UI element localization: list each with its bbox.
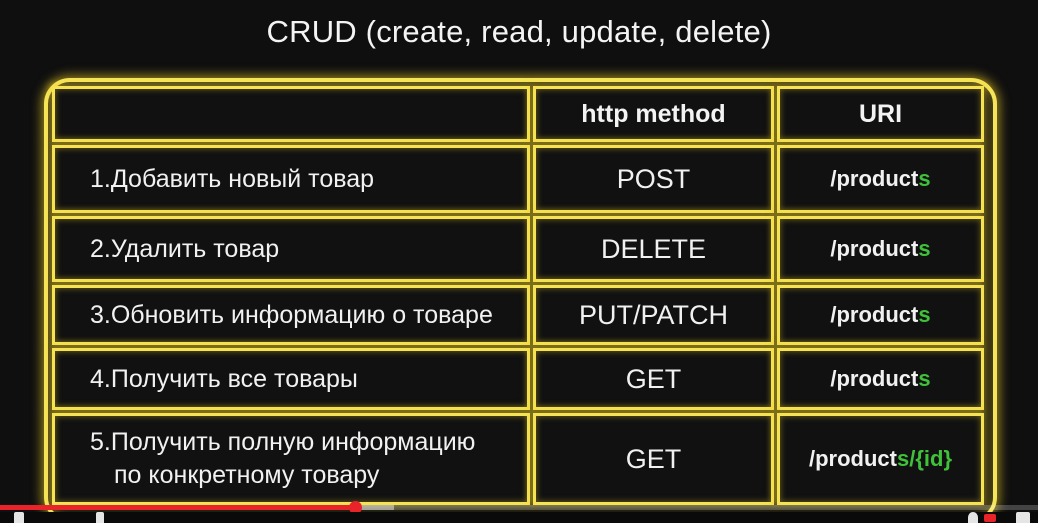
slide-title: CRUD (create, read, update, delete) bbox=[266, 14, 772, 49]
uri-base: /product bbox=[830, 302, 919, 327]
uri-label: /products/{id} bbox=[809, 446, 952, 472]
settings-gear-icon[interactable] bbox=[968, 512, 978, 523]
hd-badge-icon bbox=[984, 514, 996, 522]
uri-base: /product bbox=[830, 236, 919, 261]
video-progress-bar[interactable] bbox=[0, 501, 1038, 514]
method-label: GET bbox=[625, 443, 682, 474]
method-label: DELETE bbox=[600, 233, 707, 264]
uri-base: /product bbox=[830, 166, 919, 191]
header-task-cell bbox=[52, 86, 530, 142]
uri-accent: s bbox=[918, 166, 931, 191]
task-line-1: 5.Получить полную информацию bbox=[90, 428, 476, 456]
header-uri-cell: URI bbox=[777, 86, 984, 142]
table-row-1-method: POST bbox=[533, 145, 774, 213]
header-method-label: http method bbox=[581, 99, 726, 128]
table-row-3-method: PUT/PATCH bbox=[533, 285, 774, 345]
table-row-4-task: 4.Получить все товары bbox=[52, 348, 530, 410]
uri-accent: s bbox=[918, 366, 931, 391]
method-label: POST bbox=[616, 163, 691, 194]
uri-accent: s/{id} bbox=[896, 446, 953, 471]
uri-base: /product bbox=[808, 446, 897, 471]
table-row-2-task: 2.Удалить товар bbox=[52, 216, 530, 282]
table-row-5-task: 5.Получить полную информацию по конкретн… bbox=[52, 413, 530, 505]
uri-label: /products bbox=[830, 236, 930, 262]
header-uri-label: URI bbox=[858, 99, 903, 128]
task-label-multiline: 5.Получить полную информацию по конкретн… bbox=[90, 426, 475, 492]
player-controls-bar bbox=[0, 512, 1038, 523]
uri-base: /product bbox=[830, 366, 919, 391]
fullscreen-icon[interactable] bbox=[1016, 512, 1030, 523]
table-row-5-method: GET bbox=[533, 413, 774, 505]
task-label: 4.Получить все товары bbox=[90, 364, 358, 393]
progress-played bbox=[0, 505, 355, 510]
video-slide: CRUD (create, read, update, delete) http… bbox=[0, 0, 1038, 523]
task-line-2: по конкретному товару bbox=[114, 461, 380, 489]
table-row-1-task: 1.Добавить новый товар bbox=[52, 145, 530, 213]
uri-accent: s bbox=[918, 236, 931, 261]
table-row-3-task: 3.Обновить информацию о товаре bbox=[52, 285, 530, 345]
task-label: 3.Обновить информацию о товаре bbox=[90, 300, 493, 329]
task-label: 2.Удалить товар bbox=[90, 234, 280, 263]
table-row-1-uri: /products bbox=[777, 145, 984, 213]
next-icon[interactable] bbox=[96, 512, 104, 523]
table-row-5-uri: /products/{id} bbox=[777, 413, 984, 505]
method-label: PUT/PATCH bbox=[578, 299, 728, 330]
table-row-3-uri: /products bbox=[777, 285, 984, 345]
table-row-4-method: GET bbox=[533, 348, 774, 410]
uri-label: /products bbox=[830, 366, 930, 392]
uri-accent: s bbox=[918, 302, 931, 327]
method-label: GET bbox=[625, 363, 682, 394]
uri-label: /products bbox=[830, 302, 930, 328]
header-method-cell: http method bbox=[533, 86, 774, 142]
uri-label: /products bbox=[830, 166, 930, 192]
table-row-2-method: DELETE bbox=[533, 216, 774, 282]
table-row-2-uri: /products bbox=[777, 216, 984, 282]
task-label: 1.Добавить новый товар bbox=[90, 164, 375, 193]
play-icon[interactable] bbox=[14, 512, 24, 523]
table-row-4-uri: /products bbox=[777, 348, 984, 410]
